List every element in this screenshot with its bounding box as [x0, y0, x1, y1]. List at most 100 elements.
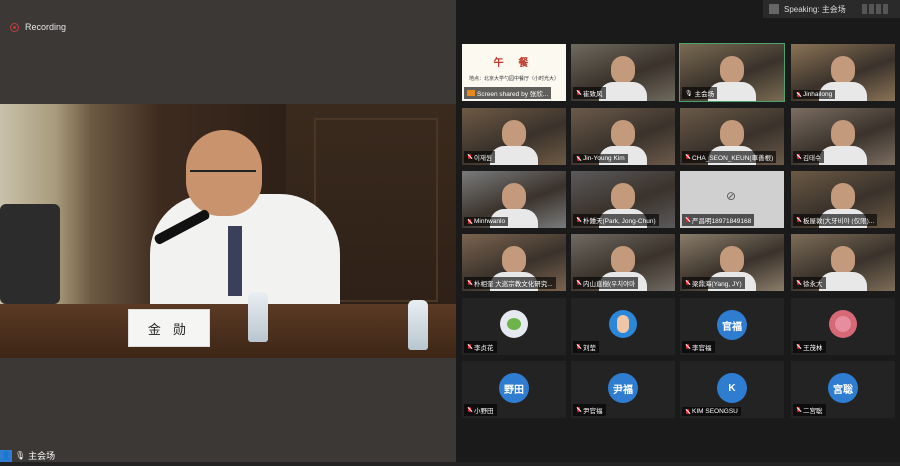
mic-muted-icon — [685, 217, 690, 223]
participant-tile[interactable]: 内山直樹(우치야마 — [571, 234, 675, 291]
participant-tile[interactable]: Jinhailong — [791, 44, 895, 101]
mic-muted-icon — [576, 344, 581, 350]
mic-muted-icon — [685, 344, 690, 350]
bear-avatar — [829, 310, 857, 338]
record-icon — [10, 22, 19, 32]
mic-muted-icon — [467, 154, 472, 160]
mic-muted-icon — [796, 154, 801, 160]
participant-name-label: 小野田 — [464, 404, 497, 416]
participant-tile[interactable]: ⊘ 严昌明18971849168 — [680, 171, 784, 228]
mic-muted-icon — [467, 344, 472, 350]
participant-tile[interactable]: 朴鍾天(Park, Jong-Chun) — [571, 171, 675, 228]
participant-name-label: 严昌明18971849168 — [682, 214, 755, 226]
participant-name: 김태수 — [803, 155, 821, 162]
screen-share-icon — [467, 90, 475, 96]
participant-name-label: 板屋敦(大牙비야 (仅限)... — [793, 214, 878, 226]
participant-name: 梁鼎海(Yang, JY) — [692, 281, 742, 288]
participant-name: Jinhailong — [803, 91, 833, 98]
participant-name: 小野田 — [474, 408, 494, 415]
participant-body — [819, 146, 867, 165]
participant-tile[interactable]: 崔致风 — [571, 44, 675, 101]
avatar: 野田 — [499, 373, 529, 403]
participant-name-label: KIM SEONGSU — [682, 407, 741, 416]
participant-name-label: 尹官福 — [573, 404, 606, 416]
mic-muted-icon — [685, 280, 690, 286]
participant-name-label: 内山直樹(우치야마 — [573, 277, 639, 289]
main-speaker-panel: Recording 金 勋 👤 🎙 主会场 — [0, 0, 456, 466]
mic-muted-icon — [576, 407, 581, 413]
mic-muted-icon — [576, 90, 581, 96]
participant-name: 主会场 — [694, 91, 715, 98]
participant-tile[interactable]: K KIM SEONGSU — [680, 361, 784, 418]
mic-icon: 🎙 — [685, 90, 693, 97]
participant-tile[interactable]: 野田 小野田 — [462, 361, 566, 418]
recording-indicator: Recording — [10, 22, 66, 32]
mic-muted-icon — [576, 280, 581, 286]
participant-face — [720, 246, 744, 274]
participant-name-label: 朴相奎 大巡宗教文化研究... — [464, 277, 556, 289]
participant-name: 尹官福 — [583, 408, 603, 415]
participant-tile[interactable]: 김태수 — [791, 108, 895, 165]
mic-muted-icon — [685, 408, 690, 415]
avatar: 官福 — [717, 310, 747, 340]
mic-muted-icon — [796, 344, 801, 350]
avatar: 宮聡 — [828, 373, 858, 403]
slide-title: 午 餐 — [493, 58, 535, 69]
participant-tile[interactable]: 午 餐地点：北京大学勺园中餐厅（小时光大） Screen shared by 张欣… — [462, 44, 566, 101]
participant-name: 崔致风 — [583, 91, 603, 98]
mic-muted-icon — [685, 154, 690, 160]
view-toggle-icon[interactable] — [862, 4, 890, 14]
participant-face — [720, 56, 744, 84]
mic-muted-icon — [576, 155, 581, 162]
participant-face — [611, 120, 635, 148]
participant-name-label: 李贞花 — [464, 341, 497, 353]
speaker-nameplate: 金 勋 — [128, 309, 210, 347]
participant-name: 主会场 — [28, 451, 56, 461]
participant-tile[interactable]: 🎙 主会场 — [679, 43, 785, 102]
participant-name-label: 朴鍾天(Park, Jong-Chun) — [573, 214, 659, 226]
mic-icon: 🎙 — [15, 451, 26, 460]
user-icon: 👤 — [0, 449, 12, 462]
participant-face — [502, 246, 526, 274]
participant-tile[interactable]: CHA_SEON_KEUN(車善根) — [680, 108, 784, 165]
participant-tile[interactable]: 이재원 — [462, 108, 566, 165]
main-speaker-video[interactable]: 金 勋 — [0, 104, 456, 358]
participant-name-label: Jinhailong — [793, 90, 836, 99]
mic-muted-icon — [796, 280, 801, 286]
participant-name-label: 이재원 — [464, 151, 495, 163]
participant-tile[interactable]: 尹福 尹官福 — [571, 361, 675, 418]
participant-face — [611, 56, 635, 84]
participant-name: 徐永大 — [803, 281, 823, 288]
participant-name: Minhwanlo — [474, 218, 506, 225]
participant-name-label: CHA_SEON_KEUN(車善根) — [682, 151, 777, 163]
participant-name-label: 김태수 — [793, 151, 824, 163]
participant-name: 刘莹 — [583, 345, 596, 352]
participant-tile[interactable]: 刘莹 — [571, 298, 675, 355]
participant-tile[interactable]: 李贞花 — [462, 298, 566, 355]
participant-tile[interactable]: 官福 李官福 — [680, 298, 784, 355]
participant-name: 朴鍾天(Park, Jong-Chun) — [583, 218, 656, 225]
participant-face — [611, 183, 635, 211]
participant-face — [831, 120, 855, 148]
participant-tile[interactable]: Minhwanlo — [462, 171, 566, 228]
participant-tile[interactable]: 宮聡 二宮聡 — [791, 361, 895, 418]
mic-muted-icon — [796, 91, 801, 98]
participant-tile[interactable]: 板屋敦(大牙비야 (仅限)... — [791, 171, 895, 228]
participant-name: KIM SEONGSU — [692, 408, 738, 415]
participant-name-label: Jin-Young Kim — [573, 154, 628, 163]
participant-face — [611, 246, 635, 274]
speaking-bar: Speaking: 主会场 — [763, 0, 900, 18]
participant-name: 이재원 — [474, 155, 492, 162]
participant-name: 王茂林 — [803, 345, 823, 352]
participant-tile[interactable]: 朴相奎 大巡宗教文化研究... — [462, 234, 566, 291]
participant-name-label: 王茂林 — [793, 341, 826, 353]
participant-tile[interactable]: 王茂林 — [791, 298, 895, 355]
participant-tile[interactable]: 梁鼎海(Yang, JY) — [680, 234, 784, 291]
participant-name-label: 刘莹 — [573, 341, 599, 353]
participant-tile[interactable]: Jin-Young Kim — [571, 108, 675, 165]
participant-face — [831, 246, 855, 274]
participant-tile[interactable]: 徐永大 — [791, 234, 895, 291]
bottom-bar — [0, 462, 900, 466]
water-bottle — [248, 292, 268, 342]
mic-muted-icon — [467, 407, 472, 413]
